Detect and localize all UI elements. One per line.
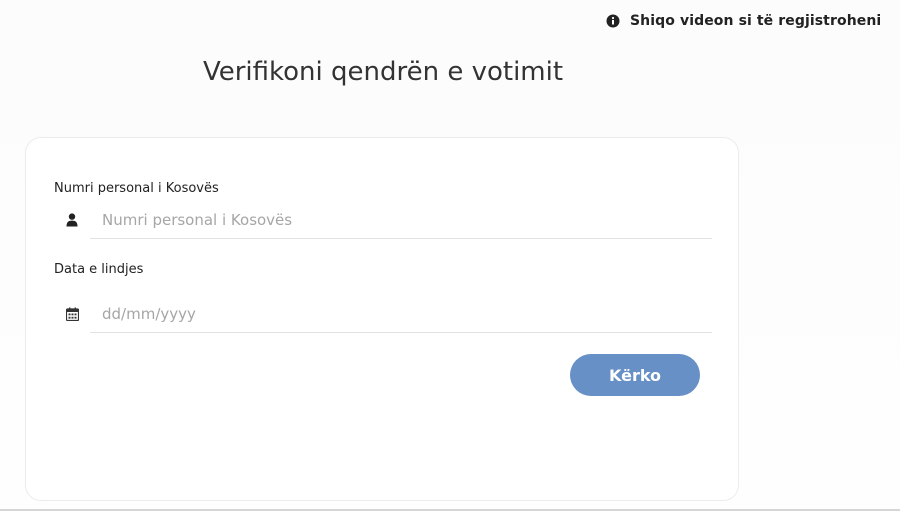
watch-video-label: Shiqo videon si të regjistroheni xyxy=(630,13,882,29)
birth-date-field xyxy=(54,296,712,333)
calendar-icon xyxy=(54,307,90,321)
personal-number-input[interactable] xyxy=(90,210,712,229)
personal-number-label: Numri personal i Kosovës xyxy=(54,181,219,196)
verification-form-card: Numri personal i Kosovës Data e lindjes xyxy=(25,137,739,501)
page: Shiqo videon si të regjistroheni Verifik… xyxy=(0,0,900,511)
birth-date-input-wrap xyxy=(90,296,712,333)
user-icon xyxy=(54,213,90,227)
personal-number-field xyxy=(54,202,712,239)
birth-date-input[interactable] xyxy=(90,304,712,323)
watch-video-link[interactable]: Shiqo videon si të regjistroheni xyxy=(606,13,881,29)
search-button[interactable]: Kërko xyxy=(570,354,700,396)
page-title: Verifikoni qendrën e votimit xyxy=(202,57,564,87)
personal-number-input-wrap xyxy=(90,202,712,239)
birth-date-label: Data e lindjes xyxy=(54,262,144,277)
info-icon xyxy=(606,14,620,28)
